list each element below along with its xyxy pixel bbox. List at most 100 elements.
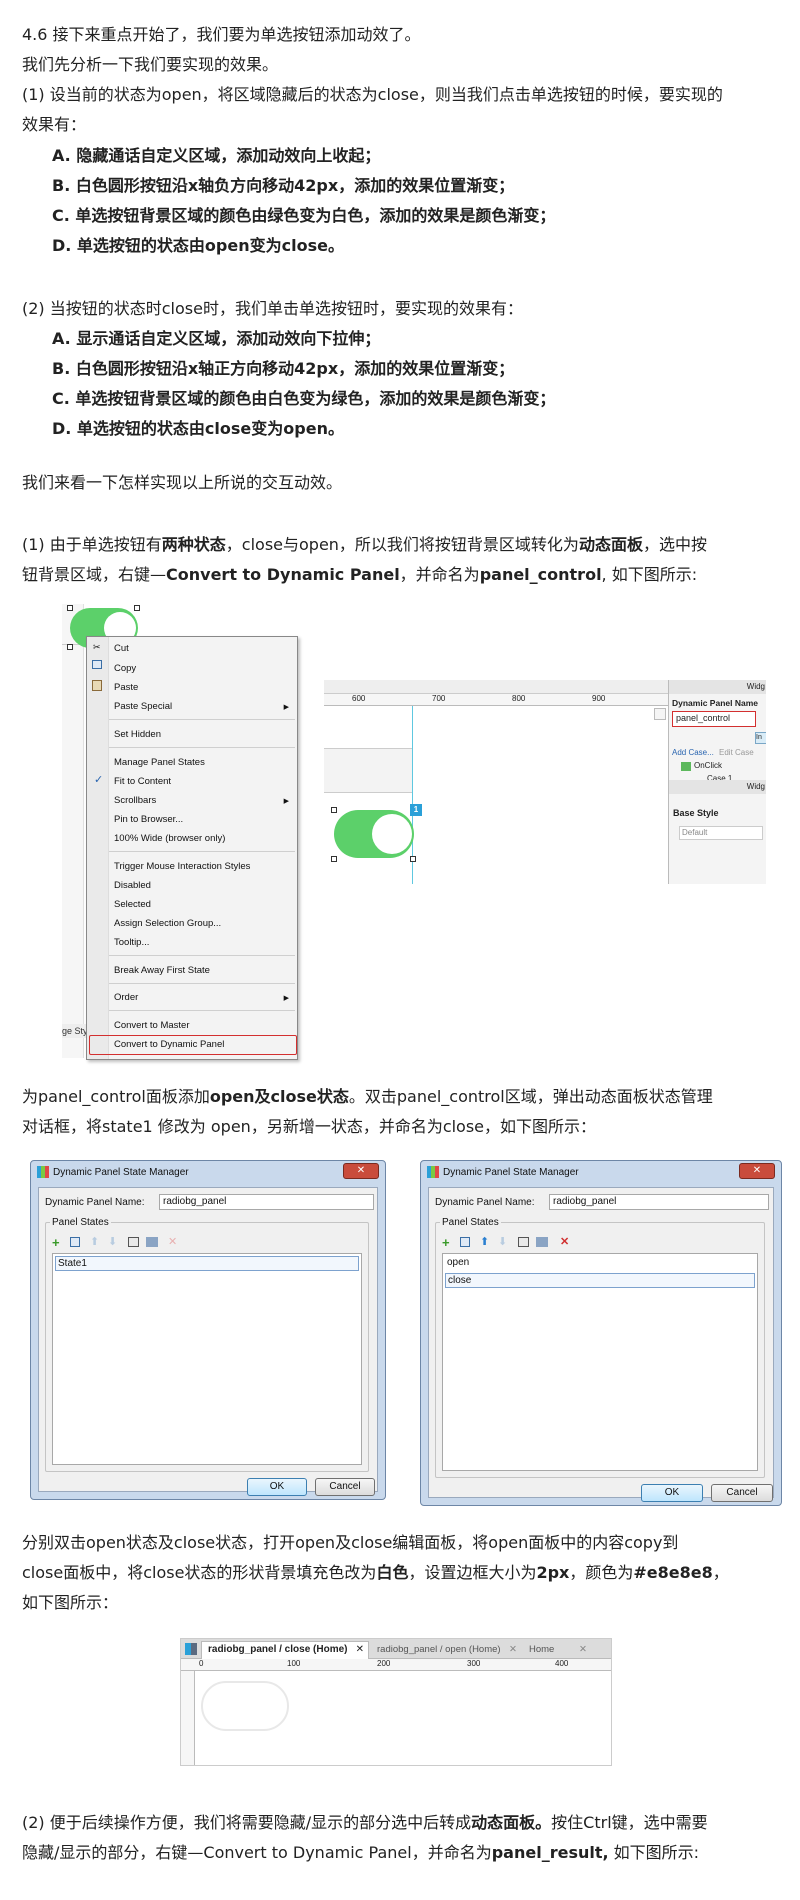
tab-home[interactable]: Home ✕ <box>521 1642 593 1659</box>
tab-close-state[interactable]: radiobg_panel / close (Home) ✕ <box>201 1641 369 1659</box>
move-down-icon[interactable]: ⬇ <box>108 1235 117 1248</box>
close-button[interactable]: ✕ <box>739 1163 775 1179</box>
dp-name-input[interactable]: panel_control <box>672 711 756 727</box>
menu-item-order[interactable]: Order <box>114 990 138 1006</box>
menu-item-pin-to-browser[interactable]: Pin to Browser... <box>114 812 183 828</box>
widget-style-tab[interactable]: Widg <box>669 780 766 794</box>
base-style-select[interactable]: Default <box>679 826 763 840</box>
menu-item-copy[interactable]: Copy <box>114 661 136 677</box>
copy-icon <box>92 660 102 669</box>
menu-item-trigger-mouse-styles[interactable]: Trigger Mouse Interaction Styles <box>114 859 250 875</box>
step1c-line-3: 如下图所示： <box>22 1593 119 1612</box>
menu-item-100-wide[interactable]: 100% Wide (browser only) <box>114 831 225 847</box>
ok-button[interactable]: OK <box>641 1484 703 1502</box>
close-tab-icon[interactable]: ✕ <box>356 1642 364 1658</box>
app-icon <box>427 1166 439 1178</box>
panel-states-group: Panel States + ⬆ ⬇ ✕ State1 <box>45 1217 369 1472</box>
panel-name-label: Dynamic Panel Name: <box>435 1197 535 1208</box>
panel-name-input[interactable]: radiobg_panel <box>549 1194 769 1210</box>
menu-item-tooltip[interactable]: Tooltip... <box>114 935 149 951</box>
editor-screenshot: radiobg_panel / close (Home) ✕ radiobg_pa… <box>180 1638 612 1766</box>
close-button[interactable]: ✕ <box>343 1163 379 1179</box>
menu-item-convert-to-dynamic-panel[interactable]: Convert to Dynamic Panel <box>114 1037 224 1053</box>
menu-item-manage-panel-states[interactable]: Manage Panel States <box>114 755 205 771</box>
edit-all-states-icon[interactable] <box>146 1237 158 1247</box>
panel-states-label: Panel States <box>50 1217 111 1228</box>
effect2-d: D. 单选按钮的状态由close变为open。 <box>52 419 344 438</box>
dialog-title: Dynamic Panel State Manager <box>53 1167 189 1178</box>
panel-control-knob <box>372 814 412 854</box>
onclick-event[interactable]: OnClick <box>694 761 722 770</box>
step1-line-1: (1) 由于单选按钮有两种状态，close与open，所以我们将按钮背景区域转化… <box>22 535 707 554</box>
step1c-line-2: close面板中，将close状态的形状背景填充色改为白色，设置边框大小为2px… <box>22 1563 729 1582</box>
tab-open-state[interactable]: radiobg_panel / open (Home) ✕ <box>371 1642 521 1659</box>
close-tab-icon[interactable]: ✕ <box>509 1642 517 1658</box>
intro-line-4: 效果有： <box>22 115 87 134</box>
add-state-icon[interactable]: + <box>442 1235 450 1250</box>
state-manager-dialog-1: Dynamic Panel State Manager ✕ Dynamic Pan… <box>30 1160 386 1500</box>
move-down-icon[interactable]: ⬇ <box>498 1235 507 1248</box>
ruler: 600 700 800 900 <box>324 694 668 706</box>
add-case-link[interactable]: Add Case... <box>672 748 714 757</box>
step1b-line-1: 为panel_control面板添加open及close状态。双击panel_c… <box>22 1087 713 1106</box>
widget-tab[interactable]: Widg <box>669 680 766 694</box>
move-up-icon[interactable]: ⬆ <box>480 1235 489 1248</box>
context-menu: ✂ ✓ Cut Copy Paste Paste Special ▶ Set H… <box>86 636 298 1060</box>
paste-icon <box>92 680 102 691</box>
ruler: 0 100 200 300 400 <box>181 1659 611 1671</box>
menu-item-scrollbars[interactable]: Scrollbars <box>114 793 156 809</box>
menu-item-convert-to-master[interactable]: Convert to Master <box>114 1018 190 1034</box>
state-list: open close <box>442 1253 758 1471</box>
close-state-shape[interactable] <box>201 1681 289 1731</box>
edit-all-states-icon[interactable] <box>536 1237 548 1247</box>
cancel-button[interactable]: Cancel <box>315 1478 375 1496</box>
step1-line-2: 钮背景区域，右键—Convert to Dynamic Panel，并命名为pa… <box>22 565 698 584</box>
part2-line-1: (2) 当按钮的状态时close时，我们单击单选按钮时，要实现的效果有： <box>22 299 523 318</box>
axure-canvas-screenshot: 600 700 800 900 1 Widg Dynamic Panel Nam… <box>324 680 766 884</box>
menu-item-cut[interactable]: Cut <box>114 641 129 657</box>
menu-item-set-hidden[interactable]: Set Hidden <box>114 727 161 743</box>
menu-item-selected[interactable]: Selected <box>114 897 151 913</box>
intro-line-2: 我们先分析一下我们要实现的效果。 <box>22 55 279 74</box>
state-item[interactable]: close <box>445 1273 755 1288</box>
duplicate-state-icon[interactable] <box>460 1237 470 1247</box>
menu-item-fit-to-content[interactable]: Fit to Content <box>114 774 171 790</box>
interactions-button[interactable]: In <box>755 732 766 744</box>
effect2-b: B. 白色圆形按钮沿x轴正方向移动42px，添加的效果位置渐变； <box>52 359 515 378</box>
menu-item-assign-selection-group[interactable]: Assign Selection Group... <box>114 916 221 932</box>
effect-b: B. 白色圆形按钮沿x轴负方向移动42px，添加的效果位置渐变； <box>52 176 515 195</box>
check-icon: ✓ <box>94 774 104 786</box>
step2-line-2: 隐藏/显示的部分，右键—Convert to Dynamic Panel，并命名… <box>22 1843 700 1862</box>
cancel-button[interactable]: Cancel <box>711 1484 773 1502</box>
add-state-icon[interactable]: + <box>52 1235 60 1250</box>
state-item[interactable]: State1 <box>55 1256 359 1271</box>
panel-states-group: Panel States + ⬆ ⬇ ✕ open close <box>435 1217 765 1478</box>
state-item[interactable]: open <box>445 1256 755 1271</box>
page-icon <box>185 1643 197 1655</box>
menu-item-break-away[interactable]: Break Away First State <box>114 963 210 979</box>
move-up-icon[interactable]: ⬆ <box>90 1235 99 1248</box>
effect2-a: A. 显示通话自定义区域，添加动效向下拉伸； <box>52 329 381 348</box>
effect2-c: C. 单选按钮背景区域的颜色由白色变为绿色，添加的效果是颜色渐变； <box>52 389 556 408</box>
effect-c: C. 单选按钮背景区域的颜色由绿色变为白色，添加的效果是颜色渐变； <box>52 206 556 225</box>
scroll-handle[interactable] <box>654 708 666 720</box>
base-style-label: Base Style <box>673 808 719 818</box>
intro-line-1: 4.6 接下来重点开始了，我们要为单选按钮添加动效了。 <box>22 25 421 44</box>
edit-case-link[interactable]: Edit Case <box>719 748 754 757</box>
close-tab-icon[interactable]: ✕ <box>579 1642 587 1658</box>
edit-state-icon[interactable] <box>518 1237 529 1247</box>
duplicate-state-icon[interactable] <box>70 1237 80 1247</box>
ok-button[interactable]: OK <box>247 1478 307 1496</box>
menu-item-disabled[interactable]: Disabled <box>114 878 151 894</box>
menu-item-paste[interactable]: Paste <box>114 680 138 696</box>
delete-state-icon[interactable]: ✕ <box>168 1235 177 1248</box>
step1c-line-1: 分别双击open状态及close状态，打开open及close编辑面板，将ope… <box>22 1533 679 1552</box>
edit-state-icon[interactable] <box>128 1237 139 1247</box>
panel-name-input[interactable]: radiobg_panel <box>159 1194 374 1210</box>
panel-states-label: Panel States <box>440 1217 501 1228</box>
effect-a: A. 隐藏通话自定义区域，添加动效向上收起； <box>52 146 381 165</box>
state-manager-dialog-2: Dynamic Panel State Manager ✕ Dynamic Pan… <box>420 1160 782 1506</box>
effect-d: D. 单选按钮的状态由open变为close。 <box>52 236 344 255</box>
menu-item-paste-special[interactable]: Paste Special <box>114 699 172 715</box>
delete-state-icon[interactable]: ✕ <box>560 1235 569 1248</box>
